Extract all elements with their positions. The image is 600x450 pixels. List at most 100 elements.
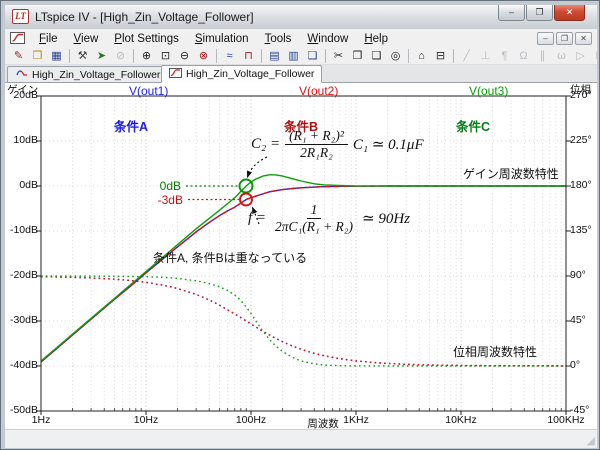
paste-icon[interactable]: ❑ <box>367 48 386 64</box>
cond-c-label: 条件C <box>456 116 490 135</box>
control-panel-icon[interactable]: ⚒ <box>73 48 92 64</box>
zoom-in-icon[interactable]: ⊕ <box>137 48 156 64</box>
tab-waveform[interactable]: High_Zin_Voltage_Follower <box>161 65 322 83</box>
toolbar-separator <box>408 49 409 63</box>
zoom-area-icon[interactable]: ⊡ <box>156 48 175 64</box>
eq2-rhs: ≃ 90Hz <box>362 209 410 228</box>
mdi-restore-button[interactable]: ❐ <box>556 32 573 45</box>
label-0db: 0dB <box>139 179 181 193</box>
window-title: LTspice IV - [High_Zin_Voltage_Follower] <box>35 5 254 29</box>
toolbar-separator <box>69 49 70 63</box>
phase-tick-label: 0° <box>570 359 597 371</box>
legend-v(out2): V(out2) <box>299 84 338 98</box>
run-icon[interactable]: ➤ <box>92 48 111 64</box>
label-m3db: -3dB <box>141 193 183 207</box>
new-schematic-icon[interactable]: ✎ <box>9 48 28 64</box>
gain-curve-label: ゲイン周波数特性 <box>463 165 559 182</box>
menu-window[interactable]: Window <box>299 32 356 46</box>
toolbar-separator <box>216 49 217 63</box>
inductor-icon: ω <box>552 48 571 64</box>
wire-icon: ╱ <box>457 48 476 64</box>
mdi-close-button[interactable]: ✕ <box>575 32 592 45</box>
menu-file[interactable]: File <box>31 32 66 46</box>
ground-icon: ⊥ <box>476 48 495 64</box>
legend-v(out3): V(out3) <box>469 84 508 98</box>
legend-v(out1): V(out1) <box>129 84 168 98</box>
tab-label: High_Zin_Voltage_Follower <box>32 69 160 81</box>
menu-view[interactable]: View <box>66 32 107 46</box>
find-icon[interactable]: ◎ <box>386 48 405 64</box>
resize-grip[interactable]: ◢ <box>587 434 595 447</box>
freq-tick-label: 10KHz <box>431 414 491 426</box>
menu-bar: FileViewPlot SettingsSimulationToolsWind… <box>5 29 597 47</box>
tile-vertical-icon[interactable]: ▥ <box>284 48 303 64</box>
gain-tick-label: -10dB <box>5 224 38 236</box>
status-bar: ◢ <box>5 429 597 448</box>
phase-tick-label: 90° <box>570 269 597 281</box>
eq2-numerator: 1 <box>307 202 322 219</box>
equation-f: f = 1 2πC₁(R₁ + R₂) ≃ 90Hz <box>248 202 410 234</box>
marker-0db-circle <box>240 180 253 193</box>
phase-tick-label: 270° <box>570 89 597 101</box>
mdi-controls: – ❐ ✕ <box>537 32 592 45</box>
freq-tick-label: 1Hz <box>11 414 71 426</box>
menu-simulation[interactable]: Simulation <box>187 32 257 46</box>
save-icon[interactable]: ▦ <box>47 48 66 64</box>
gain-tick-label: 0dB <box>5 179 38 191</box>
autorange-icon[interactable]: ≈ <box>220 48 239 64</box>
eq2-denominator: 2πC₁(R₁ + R₂) <box>271 219 357 235</box>
waveform-doc-icon[interactable] <box>10 32 25 44</box>
phase-tick-label: 45° <box>570 314 597 326</box>
window-controls: – ❐ ✕ <box>498 5 585 21</box>
gain-tick-label: -20dB <box>5 269 38 281</box>
cascade-icon[interactable]: ❏ <box>303 48 322 64</box>
phase-tick-label: 225° <box>570 134 597 146</box>
cut-icon[interactable]: ✂ <box>329 48 348 64</box>
tab-bar: High_Zin_Voltage_Follower High_Zin_Volta… <box>5 65 597 83</box>
plot-settings-icon[interactable]: ⊓ <box>239 48 258 64</box>
gain-tick-label: -30dB <box>5 314 38 326</box>
menu-tools[interactable]: Tools <box>257 32 300 46</box>
copy-icon[interactable]: ❐ <box>348 48 367 64</box>
freq-tick-label: 100Hz <box>221 414 281 426</box>
phase-curve-label: 位相周波数特性 <box>453 343 537 360</box>
zoom-full-extents-icon[interactable]: ⊗ <box>194 48 213 64</box>
zoom-out-icon[interactable]: ⊖ <box>175 48 194 64</box>
lt-logo-icon: LT <box>12 9 29 24</box>
menu-help[interactable]: Help <box>356 32 396 46</box>
gain-tick-label: -40dB <box>5 359 38 371</box>
label-net-icon: ¶ <box>495 48 514 64</box>
resistor-icon: Ω <box>514 48 533 64</box>
menu-plot-settings[interactable]: Plot Settings <box>106 32 187 46</box>
restore-button[interactable]: ❐ <box>526 5 553 21</box>
minimize-button[interactable]: – <box>498 5 525 21</box>
open-icon[interactable]: ❒ <box>28 48 47 64</box>
freq-tick-label: 10Hz <box>116 414 176 426</box>
overlap-note: 条件A, 条件Bは重なっている <box>153 249 307 266</box>
tab-label: High_Zin_Voltage_Follower <box>186 68 314 80</box>
eq2-lhs: f = <box>248 210 266 227</box>
window-client: LT LTspice IV - [High_Zin_Voltage_Follow… <box>5 5 597 447</box>
close-button[interactable]: ✕ <box>554 5 585 21</box>
schematic-icon <box>15 68 28 81</box>
freq-tick-label: 1KHz <box>326 414 386 426</box>
gain-tick-label: 20dB <box>5 89 38 101</box>
menu-items: FileViewPlot SettingsSimulationToolsWind… <box>31 29 396 47</box>
plot-pane[interactable]: ゲイン 位相 周波数 V(out1)V(out2)V(out3) 条件A 条件B… <box>5 83 597 429</box>
eq1-rhs: C₁ ≃ 0.1μF <box>353 135 424 154</box>
toolbar-separator <box>261 49 262 63</box>
eq1-numerator: (R₁ + R₂)² <box>285 128 348 145</box>
capacitor-icon: ∥ <box>533 48 552 64</box>
tile-horizontal-icon[interactable]: ▤ <box>265 48 284 64</box>
mdi-minimize-button[interactable]: – <box>537 32 554 45</box>
phase-tick-label: 180° <box>570 179 597 191</box>
equation-c2: C₂ = (R₁ + R₂)² 2R₁R₂ C₁ ≃ 0.1μF <box>251 128 424 160</box>
toolbar-separator <box>453 49 454 63</box>
eq1-denominator: 2R₁R₂ <box>296 145 337 161</box>
toolbar-separator <box>325 49 326 63</box>
print-icon[interactable]: ⊟ <box>431 48 450 64</box>
spice-netlist-icon[interactable]: ⌂ <box>412 48 431 64</box>
tab-schematic[interactable]: High_Zin_Voltage_Follower <box>7 66 168 83</box>
eq1-lhs: C₂ = <box>251 136 280 153</box>
toolbar-separator <box>133 49 134 63</box>
